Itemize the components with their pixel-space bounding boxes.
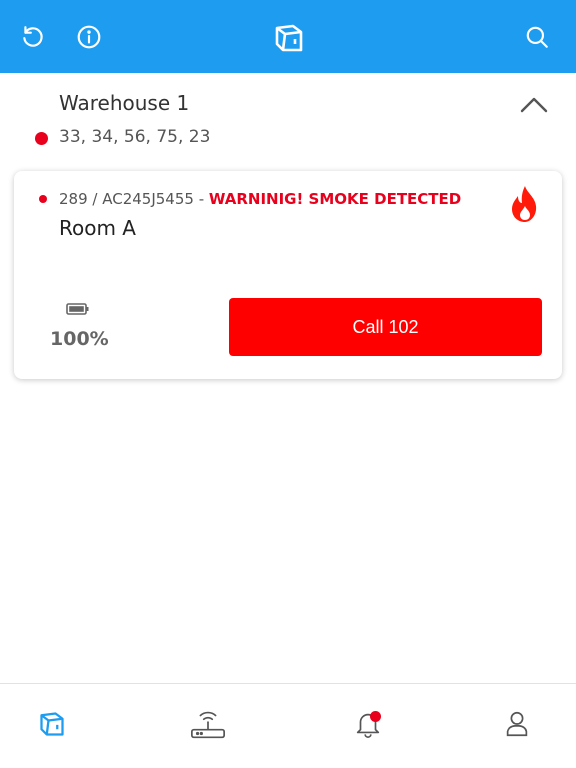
search-icon[interactable] — [524, 24, 550, 50]
call-button[interactable]: Call 102 — [229, 298, 542, 356]
nav-gateway[interactable] — [188, 706, 228, 742]
status-dot — [39, 195, 47, 203]
chevron-up-icon[interactable] — [518, 91, 550, 117]
room-name: Room A — [59, 216, 136, 240]
device-meta: 289 / AC245J5455 - WARNINIG! SMOKE DETEC… — [59, 190, 461, 208]
group-ids: 33, 34, 56, 75, 23 — [59, 127, 211, 147]
fire-icon — [512, 186, 537, 222]
status-dot — [35, 132, 48, 145]
router-icon — [190, 711, 226, 739]
profile-icon — [506, 711, 528, 737]
group-header[interactable]: Warehouse 1 33, 34, 56, 75, 23 — [0, 73, 576, 163]
nav-devices[interactable] — [34, 706, 70, 742]
battery-icon — [66, 303, 89, 315]
top-app-bar — [0, 0, 576, 73]
nav-profile[interactable] — [499, 706, 535, 742]
bottom-navigation — [0, 683, 576, 768]
device-card[interactable]: 289 / AC245J5455 - WARNINIG! SMOKE DETEC… — [14, 171, 562, 379]
notification-badge — [370, 711, 381, 722]
app-logo-icon — [273, 22, 305, 54]
battery-level: 100% — [50, 328, 109, 350]
nav-notifications[interactable] — [350, 706, 386, 742]
warning-text: WARNINIG! SMOKE DETECTED — [208, 190, 462, 208]
refresh-icon[interactable] — [20, 24, 46, 50]
info-icon[interactable] — [76, 24, 102, 50]
device-id: 289 / AC245J5455 - — [59, 190, 209, 208]
group-title: Warehouse 1 — [59, 91, 190, 115]
devices-icon — [40, 712, 64, 736]
